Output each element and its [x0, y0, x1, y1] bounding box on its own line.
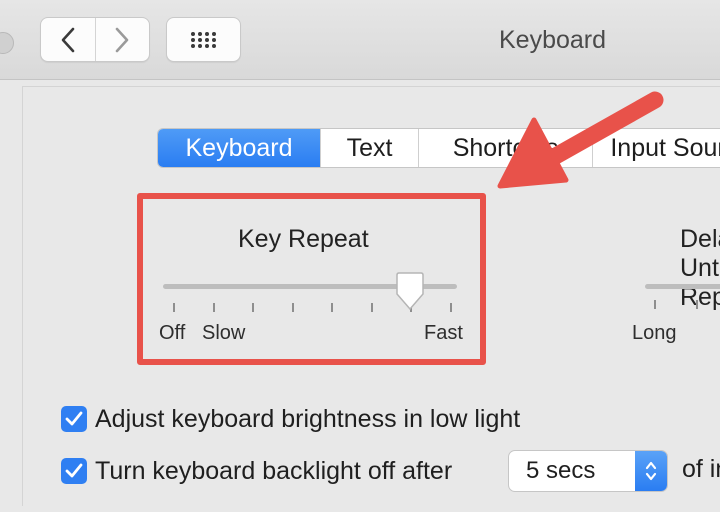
delay-long-label: Long	[632, 322, 677, 344]
annotation-highlight-box	[137, 193, 486, 365]
delay-slider-tick	[654, 300, 656, 309]
backlight-checkbox[interactable]	[61, 458, 87, 484]
delay-slider-track[interactable]	[645, 284, 720, 289]
chevron-up-down-icon	[645, 461, 657, 481]
brightness-label: Adjust keyboard brightness in low light	[95, 404, 521, 433]
select-stepper[interactable]	[635, 451, 667, 491]
tab-input-sources[interactable]: Input Sources	[592, 129, 720, 167]
checkmark-icon	[65, 463, 83, 478]
tab-shortcuts[interactable]: Shortcuts	[418, 129, 592, 167]
backlight-timeout-select[interactable]: 5 secs	[508, 450, 668, 492]
checkmark-icon	[65, 411, 83, 426]
backlight-option[interactable]: Turn keyboard backlight off after	[61, 454, 452, 488]
delay-until-repeat-title: Delay Until Repeat	[680, 225, 720, 311]
backlight-timeout-value: 5 secs	[526, 457, 596, 484]
backlight-trailing-text: of inactivity	[682, 455, 720, 483]
brightness-option[interactable]: Adjust keyboard brightness in low light	[61, 402, 520, 436]
tabs-clip: Keyboard Text Shortcuts Input Sources Ke…	[0, 0, 720, 512]
backlight-label: Turn keyboard backlight off after	[95, 456, 453, 485]
brightness-checkbox[interactable]	[61, 406, 87, 432]
tab-text[interactable]: Text	[320, 129, 418, 167]
tab-bar: Keyboard Text Shortcuts Input Sources	[157, 128, 720, 168]
tab-keyboard[interactable]: Keyboard	[158, 129, 320, 167]
delay-slider-tick	[696, 300, 698, 309]
